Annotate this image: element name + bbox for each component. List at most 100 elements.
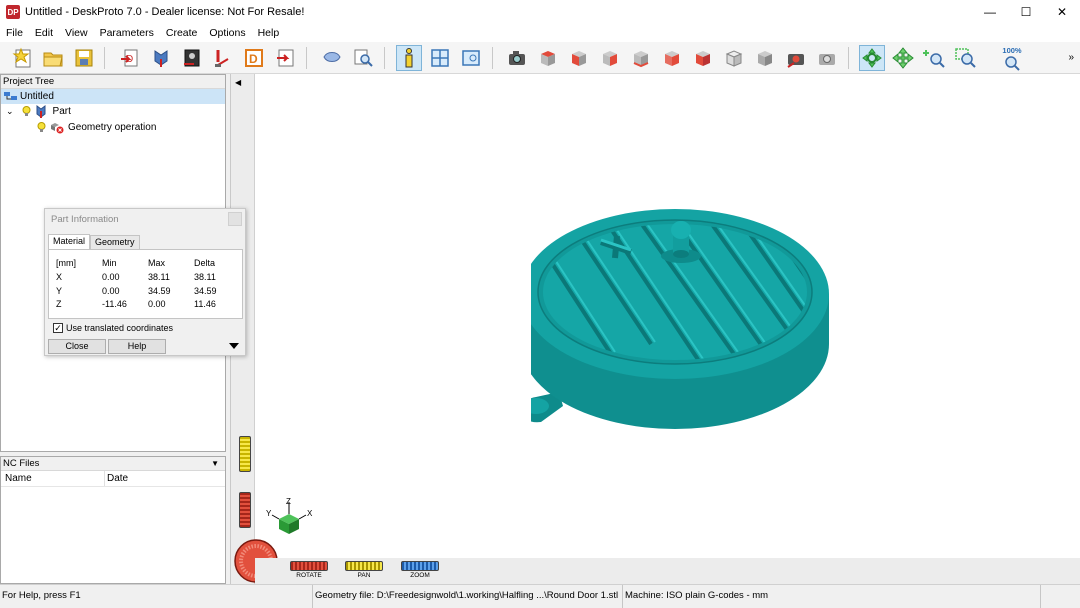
tree-item-operation[interactable]: Geometry operation — [1, 120, 156, 135]
rotate-label: ROTATE — [296, 572, 322, 579]
row-min: -11.46 — [102, 299, 127, 309]
lightbulb-icon[interactable] — [37, 122, 46, 133]
zoom-slider-vertical[interactable] — [239, 436, 251, 472]
part-information-dialog: Part Information Material Geometry [mm] … — [44, 208, 246, 356]
preview-window-icon[interactable] — [458, 45, 484, 71]
status-extra-cell — [1040, 585, 1080, 608]
3d-viewport[interactable]: ◀ Z Y X ROTATE PAN ZOOM — [230, 74, 1080, 584]
operation-error-icon — [51, 122, 64, 133]
viewport-bottom-bar: ROTATE PAN ZOOM — [255, 558, 1080, 584]
header-delta: Delta — [194, 258, 216, 268]
row-min: 0.00 — [102, 272, 120, 282]
row-delta: 38.11 — [194, 272, 216, 282]
lightbulb-icon[interactable] — [22, 106, 31, 117]
translated-coords-checkbox[interactable]: ✓ — [53, 323, 63, 333]
tree-item-project-label: Untitled — [20, 91, 54, 102]
tree-item-part[interactable]: ⌄ Part — [1, 104, 71, 119]
zoom-label: ZOOM — [410, 572, 430, 579]
zoom-slider-horizontal[interactable] — [401, 561, 439, 571]
import-bitmap-icon[interactable] — [179, 45, 205, 71]
camera-view-icon[interactable] — [504, 45, 530, 71]
dxf-import-icon[interactable]: D — [241, 45, 267, 71]
save-icon[interactable] — [71, 45, 97, 71]
menu-options[interactable]: Options — [203, 27, 251, 39]
main-toolbar: D D 100% » — [0, 42, 1080, 74]
menu-parameters[interactable]: Parameters — [94, 27, 160, 39]
snapshot-icon[interactable] — [783, 45, 809, 71]
top-view-icon[interactable] — [535, 45, 561, 71]
import-part-icon[interactable] — [148, 45, 174, 71]
help-button[interactable]: Help — [108, 339, 166, 354]
dialog-title: Part Information — [51, 214, 119, 225]
header-unit: [mm] — [56, 258, 76, 268]
open-folder-icon[interactable] — [40, 45, 66, 71]
rotate-view-icon[interactable] — [859, 45, 885, 71]
toolbar-more-button[interactable]: » — [1068, 52, 1074, 63]
inspect-part-icon[interactable] — [319, 45, 345, 71]
row-delta: 34.59 — [194, 286, 217, 296]
collapse-left-icon[interactable]: ◀ — [235, 78, 241, 87]
tab-material[interactable]: Material — [48, 234, 91, 249]
rotate-slider-horizontal[interactable] — [290, 561, 328, 571]
part-information-icon[interactable] — [396, 45, 422, 71]
pan-gauge[interactable]: PAN — [335, 561, 393, 579]
table-row: Z -11.46 0.00 11.46 — [56, 299, 234, 309]
window-title: Untitled - DeskProto 7.0 - Dealer licens… — [25, 6, 305, 18]
toolbar-separator — [492, 47, 493, 69]
nc-col-date[interactable]: Date — [105, 471, 128, 486]
export-icon[interactable] — [272, 45, 298, 71]
zoom-in-icon[interactable] — [921, 45, 947, 71]
toolbar-separator — [104, 47, 105, 69]
find-icon[interactable] — [350, 45, 376, 71]
menu-file[interactable]: File — [0, 27, 29, 39]
rotate-slider-vertical[interactable] — [239, 492, 251, 528]
zoom-gauge[interactable]: ZOOM — [391, 561, 449, 579]
menu-bar: File Edit View Parameters Create Options… — [0, 24, 1080, 42]
close-window-button[interactable]: ✕ — [1044, 0, 1080, 24]
zoom-100-button[interactable]: 100% — [999, 45, 1025, 71]
tab-geometry[interactable]: Geometry — [90, 235, 140, 249]
rotate-gauge[interactable]: ROTATE — [280, 561, 338, 579]
minimize-button[interactable]: — — [972, 0, 1008, 24]
axis-z-label: Z — [286, 497, 291, 506]
zoom-window-icon[interactable] — [952, 45, 978, 71]
bottom-view-icon[interactable] — [690, 45, 716, 71]
tree-item-operation-label: Geometry operation — [68, 122, 157, 133]
default-view-icon[interactable] — [752, 45, 778, 71]
row-delta: 11.46 — [194, 299, 216, 309]
axis-y-label: Y — [266, 509, 272, 518]
row-axis: Y — [56, 286, 63, 296]
import-geometry-icon[interactable]: D — [117, 45, 143, 71]
menu-help[interactable]: Help — [252, 27, 286, 39]
menu-edit[interactable]: Edit — [29, 27, 59, 39]
translated-coords-option[interactable]: ✓ Use translated coordinates — [53, 323, 173, 333]
maximize-button[interactable]: ☐ — [1008, 0, 1044, 24]
chevron-down-icon[interactable]: ⌄ — [6, 106, 14, 117]
isometric-view-icon[interactable] — [721, 45, 747, 71]
menu-create[interactable]: Create — [160, 27, 204, 39]
svg-text:D: D — [249, 52, 258, 66]
back-view-icon[interactable] — [628, 45, 654, 71]
render-icon[interactable] — [814, 45, 840, 71]
expand-dialog-icon[interactable] — [229, 343, 239, 349]
dialog-close-icon[interactable] — [228, 212, 242, 226]
tree-item-project[interactable]: Untitled — [1, 89, 225, 104]
window-layout-icon[interactable] — [427, 45, 453, 71]
row-min: 0.00 — [102, 286, 120, 296]
close-button[interactable]: Close — [48, 339, 106, 354]
nc-col-name[interactable]: Name — [1, 471, 105, 486]
left-view-icon[interactable] — [659, 45, 685, 71]
nc-files-dropdown-icon[interactable]: ▼ — [211, 457, 219, 470]
pan-slider-horizontal[interactable] — [345, 561, 383, 571]
header-max: Max — [148, 258, 166, 268]
pan-view-icon[interactable] — [890, 45, 916, 71]
import-drawing-icon[interactable] — [210, 45, 236, 71]
front-view-icon[interactable] — [566, 45, 592, 71]
axis-x-label: X — [307, 509, 313, 518]
part-info-table: [mm] Min Max Delta X 0.00 38.11 38.11 Y … — [48, 249, 243, 319]
right-view-icon[interactable] — [597, 45, 623, 71]
new-project-icon[interactable] — [10, 45, 36, 71]
toolbar-separator — [306, 47, 307, 69]
menu-view[interactable]: View — [59, 27, 94, 39]
app-logo-icon: DP — [6, 5, 20, 19]
